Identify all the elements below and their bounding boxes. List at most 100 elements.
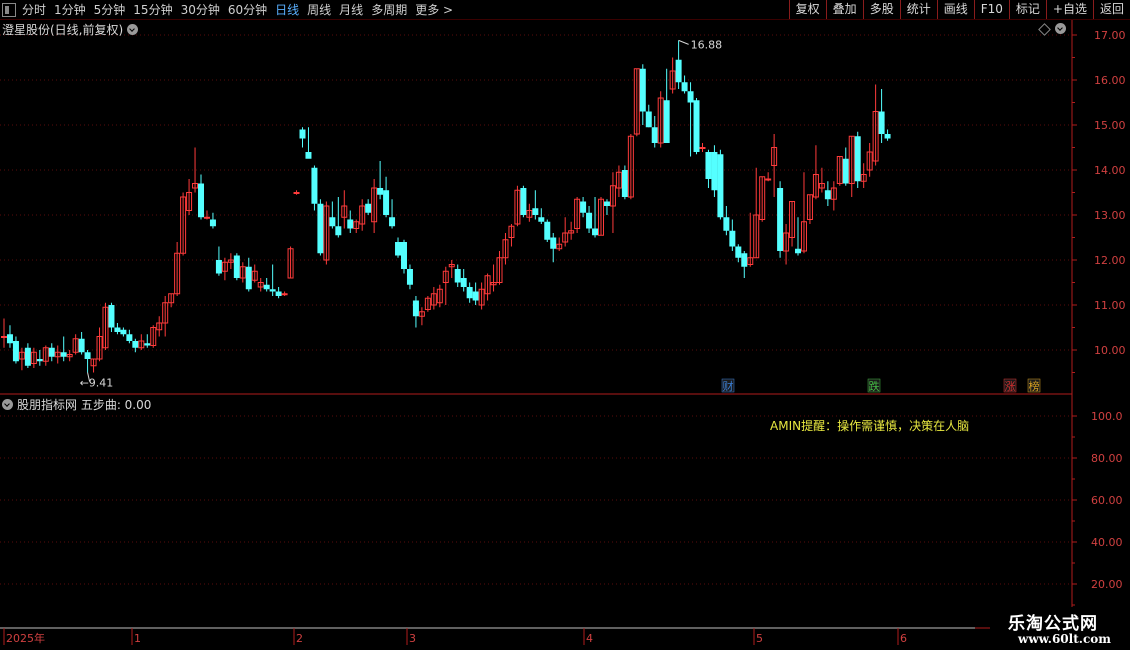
event-mark: 榜 [1029,379,1040,393]
indicator-reminder: AMIN提醒：操作需谨慎，决策在人脑 [770,419,970,433]
candle-body [215,260,222,274]
candle-body [592,228,599,236]
candle-body [198,183,205,218]
watermark-line-1: 乐淘公式网 [1008,614,1098,634]
indicator-tick-label: 60.00 [1091,494,1123,507]
chart-labels: 16.88 ←9.41 财 跌 涨榜 [80,38,1041,393]
chart-axes: 17.00 16.00 15.00 14.00 13.00 12.00 11.00 10.00… [0,20,1130,645]
candle-body [693,100,700,152]
main-panel-header: 澄星股份(日线,前复权) [2,21,139,38]
candle-body [854,136,861,182]
candle-body [275,291,282,296]
candle-body [347,219,354,229]
candle-body [12,341,19,362]
watermark: 乐淘公式网 www.60lt.com [990,607,1130,650]
event-mark: 跌 [869,379,880,393]
candle-body [400,242,407,269]
candle-body [269,289,276,292]
candle-body [586,212,593,229]
candle-body [544,221,551,240]
candle-body [60,352,67,357]
candle-body [36,359,43,362]
candle-body [311,167,318,204]
candle-body [538,217,545,222]
price-tick-label: 10.00 [1094,344,1126,357]
kline-chart[interactable]: 17.00 16.00 15.00 14.00 13.00 12.00 11.00 10.00… [0,0,1130,650]
candle-body [48,347,55,357]
candle-body [884,134,891,139]
candle-body [132,341,139,348]
candle-body [550,237,557,249]
candle-body [406,269,413,285]
candle-body [729,230,736,247]
candle-body [126,334,133,341]
candle-body [717,154,724,218]
candle-body [317,203,324,254]
candle-body [209,219,216,227]
candle-body [245,266,252,290]
candle-body [842,158,849,184]
candle-body [603,201,610,206]
candle-body [466,287,473,299]
price-tick-label: 12.00 [1094,254,1126,267]
candle-body [1,336,7,338]
candle-body [6,334,13,344]
candle-body [723,217,730,231]
candle-body [335,226,342,236]
candle-body [78,338,85,353]
chevron-down-icon[interactable] [2,399,13,410]
candle-body [263,284,270,290]
indicator-panel-header: 股朋指标网 五步曲: 0.00 [2,396,151,413]
candle-body [203,216,210,219]
candle-body [108,305,115,328]
time-axis-label: 1 [134,632,141,645]
indicator-tick-label: 80.00 [1091,452,1123,465]
candle-body [293,192,300,194]
candle-body [472,291,479,301]
candle-body [365,203,372,213]
time-axis-label: 6 [900,632,907,645]
candle-body [645,111,652,128]
candle-body [705,152,712,179]
watermark-line-2: www.60lt.com [1018,632,1111,646]
candle-body [24,347,31,366]
candle-body [699,147,706,149]
candle-body [580,201,587,213]
candle-body [460,278,467,287]
candle-body [741,253,748,267]
candle-body [675,59,682,83]
chevron-down-icon[interactable] [127,24,139,35]
candle-body [454,269,461,283]
candle-body [663,100,670,143]
event-mark: 涨 [1005,380,1016,393]
candle-body [412,300,419,317]
candle-body [233,255,240,278]
candle-body [687,91,694,103]
candle-body [383,190,390,215]
time-axis-label: 3 [409,632,416,645]
chevron-down-icon[interactable] [1055,23,1066,34]
price-tick-label: 14.00 [1094,164,1126,177]
indicator-tick-label: 40.00 [1091,536,1123,549]
candle-body [281,293,288,296]
candle-body [878,111,885,134]
candle-body [777,188,784,251]
price-tick-label: 17.00 [1094,29,1126,42]
candle-body [395,242,402,256]
candle-body [389,217,396,227]
candle-body [114,327,121,332]
event-mark: 财 [723,379,734,393]
high-marker-line [678,39,689,45]
candle-body [651,127,658,143]
candle-body [621,170,628,197]
indicator-tick-label: 100.0 [1091,410,1123,423]
stock-title: 澄星股份(日线,前复权) [2,23,124,37]
price-grid [0,34,1072,585]
low-price-label: ←9.41 [80,377,114,390]
candlestick-series [1,40,891,373]
candle-body [377,188,384,195]
candle-body [299,129,306,139]
indicator-tick-label: 20.00 [1091,578,1123,591]
candle-body [329,217,336,227]
candle-body [120,329,127,335]
